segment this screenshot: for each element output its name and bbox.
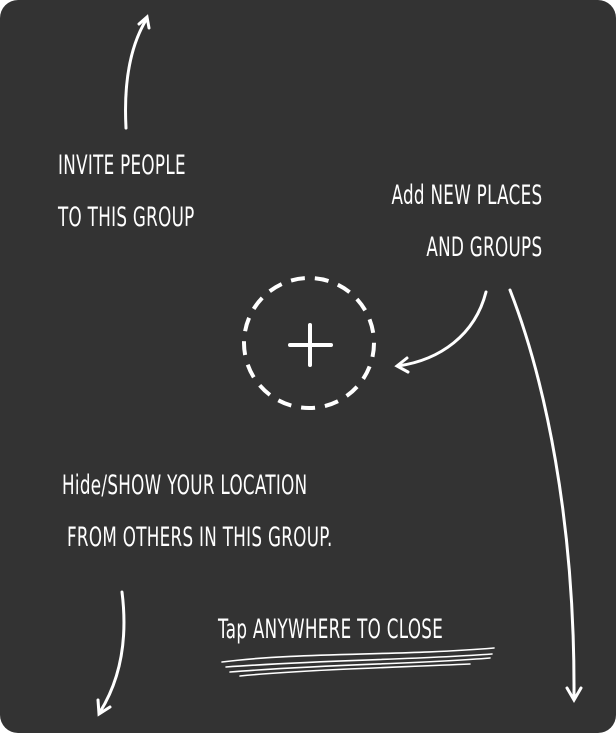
tutorial-overlay[interactable]: INVITE PEOPLE TO THIS GROUP Add NEW PLAC… (0, 0, 616, 733)
add-places-hint: Add NEW PLACES AND GROUPS (378, 170, 543, 274)
invite-hint-line2: TO THIS GROUP (58, 202, 195, 233)
arrow-down-right-icon (508, 288, 583, 703)
arrow-hide-icon (96, 590, 126, 717)
invite-people-hint: INVITE PEOPLE TO THIS GROUP (58, 140, 195, 244)
add-hint-line1: Add NEW PLACES (391, 180, 543, 211)
invite-hint-line1: INVITE PEOPLE (58, 150, 186, 181)
add-hint-line2: AND GROUPS (426, 232, 543, 263)
hide-hint-line1: Hide/SHOW YOUR LOCATION (62, 470, 308, 501)
hide-location-hint: Hide/SHOW YOUR LOCATION FROM OTHERS IN T… (62, 460, 333, 564)
arrow-add-icon (394, 290, 488, 374)
hide-hint-line2: FROM OTHERS IN THIS GROUP. (66, 522, 333, 553)
arrow-invite-icon (124, 14, 151, 130)
tap-to-close-label[interactable]: Tap ANYWHERE TO CLOSE (218, 604, 443, 656)
add-place-button[interactable] (243, 277, 375, 409)
